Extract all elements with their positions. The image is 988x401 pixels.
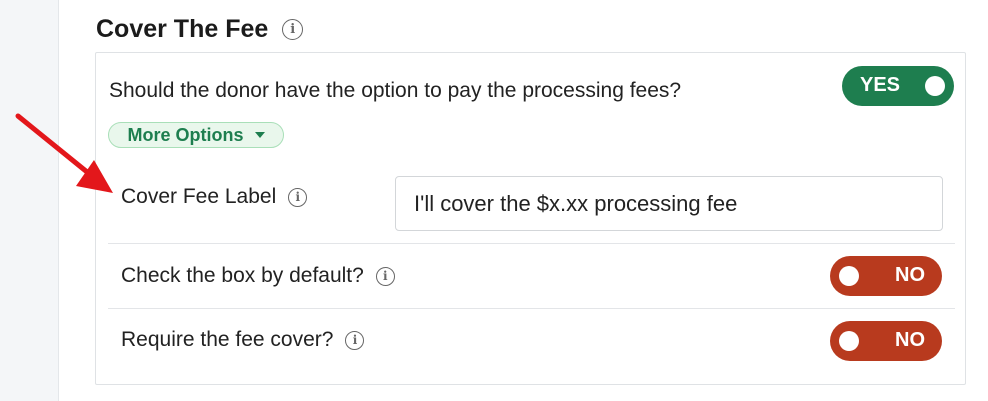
info-icon[interactable]: i <box>345 330 365 350</box>
cover-fee-toggle[interactable]: YES <box>842 66 954 106</box>
cover-fee-label-text: Cover Fee Label <box>121 185 277 208</box>
caret-down-icon <box>254 132 265 138</box>
toggle-label: NO <box>895 329 925 351</box>
toggle-label: NO <box>895 264 925 286</box>
red-arrow-icon <box>15 113 113 193</box>
toggle-knob <box>839 266 859 286</box>
toggle-knob <box>925 76 945 96</box>
check-default-toggle[interactable]: NO <box>830 256 942 296</box>
section-title: Cover The Fee <box>96 15 269 43</box>
toggle-label: YES <box>860 74 901 96</box>
more-options-button[interactable]: More Options <box>108 122 284 148</box>
cover-fee-label-input[interactable] <box>395 176 943 231</box>
require-fee-row-label: Require the fee cover? i <box>121 328 365 352</box>
cover-fee-question: Should the donor have the option to pay … <box>109 79 682 102</box>
check-default-row-label: Check the box by default? i <box>121 264 395 288</box>
cover-fee-label-row-label: Cover Fee Label i <box>121 185 308 209</box>
cover-fee-card: Should the donor have the option to pay … <box>95 52 966 385</box>
info-icon[interactable]: i <box>375 266 395 286</box>
section-header: Cover The Fee i <box>96 15 304 44</box>
more-options-label: More Options <box>127 124 244 145</box>
info-icon[interactable]: i <box>282 19 304 40</box>
divider <box>108 243 955 244</box>
check-default-text: Check the box by default? <box>121 264 364 287</box>
divider <box>108 308 955 309</box>
require-fee-toggle[interactable]: NO <box>830 321 942 361</box>
info-icon[interactable]: i <box>288 187 308 207</box>
toggle-knob <box>839 331 859 351</box>
require-fee-text: Require the fee cover? <box>121 328 334 351</box>
